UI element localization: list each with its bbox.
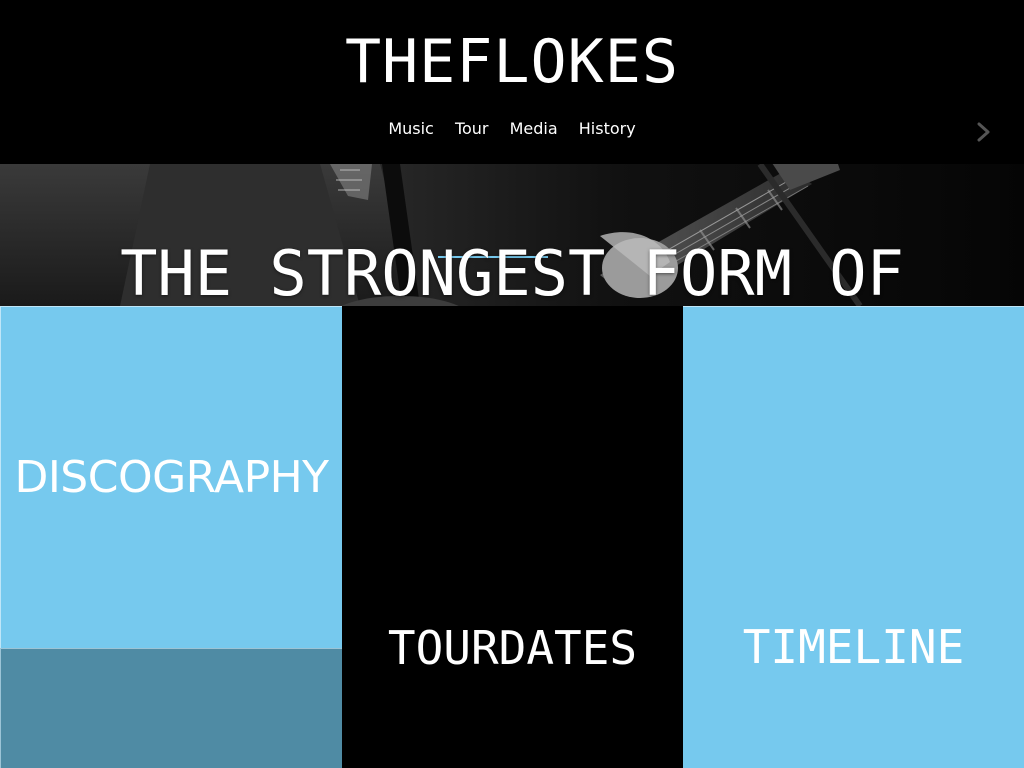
discography-tile[interactable]: DISCOGRAPHY (0, 306, 342, 648)
site-title[interactable]: THEFLOKES (0, 24, 1024, 100)
tourdates-label: TOURDATES (387, 621, 638, 675)
main-nav: Music Tour Media History (0, 118, 1024, 140)
nav-item-media[interactable]: Media (510, 119, 558, 138)
timeline-label: TIMELINE (742, 620, 965, 674)
hero: THEFLOKES Music Tour Media History THE S… (0, 0, 1024, 306)
chevron-right-icon[interactable] (972, 116, 996, 148)
header-bar: THEFLOKES Music Tour Media History (0, 0, 1024, 164)
bottom-left-tile[interactable] (0, 648, 342, 768)
timeline-tile[interactable]: TIMELINE (683, 306, 1024, 768)
hero-tagline: THE STRONGEST FORM OF (120, 237, 904, 306)
tourdates-tile[interactable]: TOURDATES (342, 306, 683, 768)
nav-item-music[interactable]: Music (388, 119, 434, 138)
discography-label: DISCOGRAPHY (14, 451, 329, 503)
nav-item-tour[interactable]: Tour (455, 119, 489, 138)
nav-item-history[interactable]: History (579, 119, 636, 138)
